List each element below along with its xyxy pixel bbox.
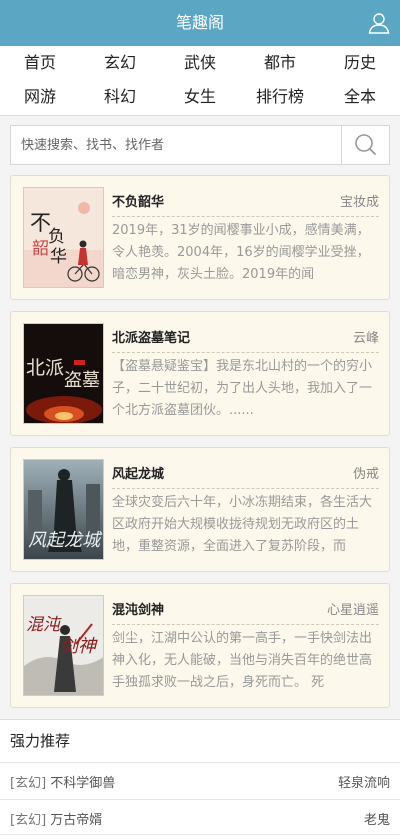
svg-text:北派: 北派 bbox=[26, 357, 64, 379]
item-author[interactable]: 老鬼 bbox=[364, 809, 390, 828]
nav-item-lishi[interactable]: 历史 bbox=[320, 46, 400, 80]
book-cover[interactable]: 北派 盗墓 bbox=[23, 323, 104, 424]
item-category[interactable]: [玄幻] bbox=[10, 776, 46, 791]
nav-item-ranking[interactable]: 排行榜 bbox=[240, 80, 320, 114]
svg-text:华: 华 bbox=[50, 247, 67, 267]
cover-art-beipai: 北派 盗墓 bbox=[24, 324, 103, 423]
category-nav: 首页 玄幻 武侠 都市 历史 网游 科幻 女生 排行榜 全本 bbox=[0, 46, 400, 116]
search-bar bbox=[10, 125, 390, 165]
svg-text:负: 负 bbox=[48, 227, 65, 247]
nav-item-xuanhuan[interactable]: 玄幻 bbox=[80, 46, 160, 80]
cover-art-bufushaohua: 不 负 韶 华 bbox=[24, 188, 103, 287]
cover-art-fengqilongcheng: 风起龙城 bbox=[24, 460, 103, 559]
nav-item-complete[interactable]: 全本 bbox=[320, 80, 400, 114]
nav-item-kehuan[interactable]: 科幻 bbox=[80, 80, 160, 114]
divider bbox=[112, 352, 379, 353]
book-title[interactable]: 混沌剑神 bbox=[112, 599, 164, 618]
divider bbox=[0, 799, 400, 800]
book-author[interactable]: 宝妆成 bbox=[340, 191, 379, 210]
search-input[interactable] bbox=[11, 126, 341, 164]
divider bbox=[112, 624, 379, 625]
book-description: 【盗墓悬疑鉴宝】我是东北山村的一个的穷小子，二十世纪初，为了出人头地，我加入了一… bbox=[112, 359, 373, 418]
item-title[interactable]: 不科学御兽 bbox=[50, 776, 115, 791]
user-icon[interactable] bbox=[368, 12, 390, 34]
site-title[interactable]: 笔趣阁 bbox=[0, 0, 400, 46]
nav-item-home[interactable]: 首页 bbox=[0, 46, 80, 80]
recommend-section: 强力推荐 [玄幻] 不科学御兽 轻泉流响 [玄幻] 万古帝婿 老鬼 bbox=[0, 719, 400, 839]
book-description: 全球灾变后六十年，小冰冻期结束，各生活大区政府开始大规模收拢待规划无政府区的土地… bbox=[112, 495, 373, 554]
book-cover[interactable]: 风起龙城 bbox=[23, 459, 104, 560]
cover-art-hundunjianshen: 混沌 剑神 bbox=[24, 596, 103, 695]
search-icon bbox=[355, 134, 376, 155]
book-card[interactable]: 北派 盗墓 北派盗墓笔记 云峰 【盗墓悬疑鉴宝】我是东北山村的一个的穷小子，二十… bbox=[10, 311, 390, 436]
section-title: 强力推荐 bbox=[10, 732, 71, 750]
search-button[interactable] bbox=[341, 126, 389, 164]
book-author[interactable]: 云峰 bbox=[353, 327, 379, 346]
book-card[interactable]: 不 负 韶 华 不负韶华 宝妆成 2019年，31岁的闻樱事业小成，感情美满，令… bbox=[10, 175, 390, 300]
nav-item-dushi[interactable]: 都市 bbox=[240, 46, 320, 80]
svg-text:盗墓: 盗墓 bbox=[64, 370, 100, 391]
book-title[interactable]: 北派盗墓笔记 bbox=[112, 327, 190, 346]
nav-item-nvsheng[interactable]: 女生 bbox=[160, 80, 240, 114]
item-title[interactable]: 万古帝婿 bbox=[50, 813, 102, 828]
item-author[interactable]: 轻泉流响 bbox=[338, 772, 390, 791]
book-description: 剑尘，江湖中公认的第一高手，一手快剑法出神入化，无人能破，当他与消失百年的绝世高… bbox=[112, 631, 373, 690]
divider bbox=[112, 488, 379, 489]
book-cover[interactable]: 混沌 剑神 bbox=[23, 595, 104, 696]
svg-text:剑神: 剑神 bbox=[60, 636, 98, 657]
book-description: 2019年，31岁的闻樱事业小成，感情美满，令人艳羡。2004年，16岁的闻樱学… bbox=[112, 223, 370, 282]
book-author[interactable]: 心星逍遥 bbox=[327, 599, 379, 618]
divider bbox=[0, 762, 400, 763]
svg-text:韶: 韶 bbox=[32, 239, 49, 259]
book-title[interactable]: 风起龙城 bbox=[112, 463, 164, 482]
book-cover[interactable]: 不 负 韶 华 bbox=[23, 187, 104, 288]
book-card[interactable]: 混沌 剑神 混沌剑神 心星逍遥 剑尘，江湖中公认的第一高手，一手快剑法出神入化，… bbox=[10, 583, 390, 708]
book-author[interactable]: 伪戒 bbox=[353, 463, 379, 482]
top-bar: 笔趣阁 bbox=[0, 0, 400, 46]
book-title[interactable]: 不负韶华 bbox=[112, 191, 164, 210]
book-card[interactable]: 风起龙城 风起龙城 伪戒 全球灾变后六十年，小冰冻期结束，各生活大区政府开始大规… bbox=[10, 447, 390, 572]
divider bbox=[0, 834, 400, 835]
svg-text:混沌: 混沌 bbox=[26, 615, 62, 635]
nav-item-wangyou[interactable]: 网游 bbox=[0, 80, 80, 114]
list-item[interactable]: [玄幻] 不科学御兽 bbox=[10, 772, 115, 791]
svg-text:风起龙城: 风起龙城 bbox=[28, 530, 103, 551]
nav-item-wuxia[interactable]: 武侠 bbox=[160, 46, 240, 80]
item-category[interactable]: [玄幻] bbox=[10, 813, 46, 828]
list-item[interactable]: [玄幻] 万古帝婿 bbox=[10, 809, 102, 828]
divider bbox=[112, 216, 379, 217]
